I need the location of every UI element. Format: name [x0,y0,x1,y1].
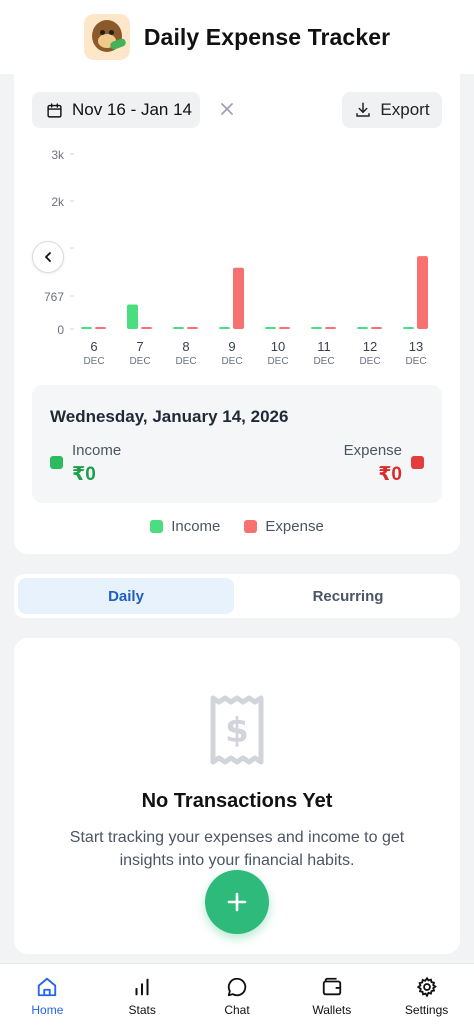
monkey-logo-icon [83,14,130,60]
nav-chat-label: Chat [224,1003,250,1017]
expense-value: ₹0 [378,464,402,485]
nav-wallets-label: Wallets [312,1003,352,1017]
income-bar [357,327,368,329]
nav-home[interactable]: Home [0,964,95,1025]
expense-bar [325,327,336,329]
expense-label: Expense [343,442,402,459]
nav-home-label: Home [31,1003,64,1017]
chart-legend: Income Expense [14,518,460,535]
chart-scroll-left-button[interactable] [32,241,64,273]
income-bar [265,327,276,329]
plus-icon [227,892,247,912]
x-tick-day: 13 [409,339,423,354]
gear-icon [416,976,437,998]
expense-bar [371,327,382,329]
legend-expense: Expense [244,518,324,535]
expense-bar [187,327,198,329]
nav-stats[interactable]: Stats [95,964,190,1025]
x-tick-month: DEC [129,356,150,367]
income-bar [219,327,230,329]
tab-daily[interactable]: Daily [18,578,234,614]
add-transaction-button[interactable] [205,870,269,934]
export-button[interactable]: Export [342,92,442,128]
bottom-navigation: Home Stats Chat Wallets Settings [0,963,474,1025]
x-tick-month: DEC [405,356,426,367]
expense-bar [417,256,428,329]
x-tick-month: DEC [83,356,104,367]
calendar-icon [47,102,62,118]
wallet-icon [322,977,341,996]
clear-date-button[interactable] [216,98,238,120]
x-tick-month: DEC [175,356,196,367]
nav-settings-label: Settings [404,1003,449,1017]
x-tick-day: 9 [228,339,235,354]
y-tick-label: 3k [51,148,65,162]
nav-wallets[interactable]: Wallets [284,964,379,1025]
expense-bar [233,267,244,329]
stats-icon [135,978,149,996]
y-tick-label: 767 [44,290,64,304]
x-tick-month: DEC [313,356,334,367]
chart-card: Nov 16 - Jan 14 Export 3k 2k 767 0 6 DEC 7 DEC 8… [14,74,460,554]
date-range-label: Nov 16 - Jan 14 [72,100,193,119]
legend-income: Income [150,518,220,535]
chevron-left-icon [45,252,51,262]
nav-chat[interactable]: Chat [190,964,285,1025]
income-bar [311,327,322,329]
x-tick-day: 10 [271,339,285,354]
x-tick-day: 8 [182,339,189,354]
x-tick-month: DEC [359,356,380,367]
income-bar [173,327,184,329]
close-icon [221,103,233,115]
x-tick-day: 7 [136,339,143,354]
expense-bar [95,327,106,329]
empty-title: No Transactions Yet [141,790,333,812]
nav-settings[interactable]: Settings [379,964,474,1025]
y-tick-label: 0 [57,323,64,337]
income-bar [403,327,414,329]
income-bar [127,304,138,329]
x-tick-day: 6 [90,339,97,354]
expense-bar [279,327,290,329]
chat-icon [227,977,247,997]
x-tick-day: 11 [317,339,331,354]
x-tick-month: DEC [221,356,242,367]
bar-chart: 3k 2k 767 0 6 DEC 7 DEC 8 DEC 9 DEC 10 DEC 11 DEC 12 DEC 1… [44,148,428,367]
income-bar [81,327,92,329]
app-header: Daily Expense Tracker [0,0,474,74]
home-icon [38,977,57,997]
selected-date: Wednesday, January 14, 2026 [50,407,289,426]
expense-indicator [411,456,424,469]
view-tabs: Daily Recurring [14,574,460,618]
expense-bar [141,327,152,329]
x-tick-day: 12 [363,339,377,354]
y-tick-label: 2k [51,195,65,209]
selected-day-summary: Wednesday, January 14, 2026 Income ₹0 Ex… [32,385,442,503]
receipt-icon: $ [210,695,264,765]
date-range-button[interactable]: Nov 16 - Jan 14 [32,92,200,128]
nav-stats-label: Stats [128,1003,156,1017]
empty-subtitle: Start tracking your expenses and income … [69,829,405,869]
income-indicator [50,456,63,469]
download-icon [356,102,371,117]
app-title: Daily Expense Tracker [143,23,391,50]
x-tick-month: DEC [267,356,288,367]
svg-text:$: $ [225,711,249,751]
tab-recurring[interactable]: Recurring [240,578,456,614]
income-label: Income [72,442,122,459]
export-label: Export [380,100,430,119]
income-value: ₹0 [72,464,96,485]
